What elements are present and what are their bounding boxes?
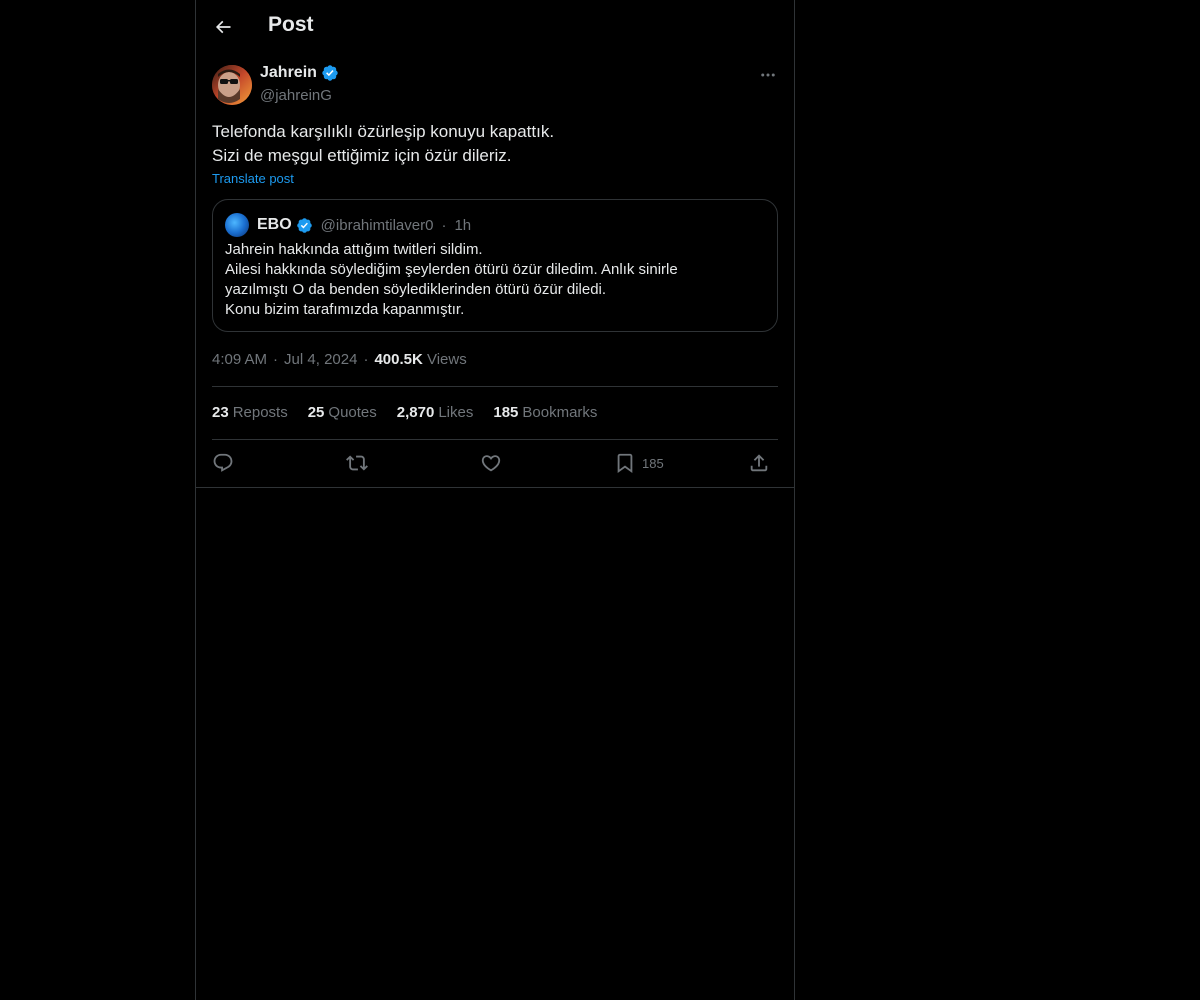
more-options-button[interactable] bbox=[756, 64, 780, 86]
post-column: Post Jahrein @jahreinG Telefonda karşılı… bbox=[195, 0, 795, 1000]
engagement-stats: 23 Reposts 25 Quotes 2,870 Likes 185 Bookmar… bbox=[212, 404, 597, 421]
author-avatar[interactable] bbox=[212, 65, 252, 105]
action-bar: 185 bbox=[212, 448, 778, 478]
separator-dot: · bbox=[363, 351, 369, 368]
quoted-post-time: 1h bbox=[454, 216, 472, 234]
separator-dot: · bbox=[273, 351, 279, 368]
bookmark-button[interactable]: 185 bbox=[614, 448, 664, 478]
divider bbox=[212, 386, 778, 387]
page-title: Post bbox=[268, 13, 314, 36]
avatar-image bbox=[212, 65, 252, 105]
more-horizontal-icon bbox=[761, 73, 775, 77]
quoted-author-handle: @ibrahimtilaver0 bbox=[320, 216, 434, 234]
post-date[interactable]: Jul 4, 2024 bbox=[284, 351, 357, 368]
post-time[interactable]: 4:09 AM bbox=[212, 351, 267, 368]
verified-badge-icon bbox=[322, 65, 338, 81]
separator-dot: · bbox=[441, 216, 447, 234]
bookmarks-stat[interactable]: 185 Bookmarks bbox=[493, 404, 597, 421]
post-text-line: Telefonda karşılıklı özürleşip konuyu ka… bbox=[212, 122, 555, 141]
post-text: Telefonda karşılıklı özürleşip konuyu ka… bbox=[212, 120, 778, 168]
quoted-text-line: yazılmıştı O da benden söylediklerinden … bbox=[225, 281, 607, 298]
reply-button[interactable] bbox=[212, 448, 234, 478]
quoted-text-line: Jahrein hakkında attığım twitleri sildim… bbox=[225, 241, 483, 258]
stat-count: 23 bbox=[212, 404, 229, 421]
like-button[interactable] bbox=[480, 448, 502, 478]
share-button[interactable] bbox=[748, 448, 770, 478]
post-meta: 4:09 AM · Jul 4, 2024 · 400.5K Views bbox=[212, 351, 467, 368]
repost-button[interactable] bbox=[346, 448, 368, 478]
verified-badge-icon bbox=[296, 217, 312, 233]
quotes-stat[interactable]: 25 Quotes bbox=[308, 404, 377, 421]
stat-label: Bookmarks bbox=[522, 404, 598, 421]
bookmark-count: 185 bbox=[642, 455, 664, 471]
stat-count: 185 bbox=[493, 404, 519, 421]
author-name-row: Jahrein bbox=[260, 64, 339, 82]
post-header: Post bbox=[196, 0, 794, 54]
stat-count: 2,870 bbox=[396, 404, 435, 421]
repost-icon bbox=[346, 455, 368, 471]
divider bbox=[212, 439, 778, 440]
likes-stat[interactable]: 2,870 Likes bbox=[397, 404, 474, 421]
heart-icon bbox=[481, 455, 501, 472]
views-count: 400.5K bbox=[374, 351, 423, 368]
post-text-line: Sizi de meşgul ettiğimiz için özür diler… bbox=[212, 146, 512, 165]
bookmark-icon bbox=[617, 453, 633, 474]
stat-count: 25 bbox=[307, 404, 325, 421]
quoted-post-header: EBO @ibrahimtilaver0 · 1h bbox=[225, 213, 471, 237]
quoted-text-line: Ailesi hakkında söylediğim şeylerden ötü… bbox=[225, 261, 678, 278]
back-button[interactable] bbox=[206, 10, 240, 44]
author-handle[interactable]: @jahreinG bbox=[260, 87, 332, 104]
views-label: Views bbox=[426, 351, 467, 368]
stat-label: Quotes bbox=[328, 404, 377, 421]
quoted-post-text: Jahrein hakkında attığım twitleri sildim… bbox=[225, 240, 765, 320]
divider bbox=[196, 487, 794, 488]
reply-icon bbox=[213, 453, 233, 472]
quoted-post-card[interactable]: EBO @ibrahimtilaver0 · 1h Jahrein hakkın… bbox=[212, 199, 778, 332]
quoted-author-name: EBO bbox=[257, 216, 292, 233]
arrow-left-icon bbox=[215, 20, 231, 34]
reposts-stat[interactable]: 23 Reposts bbox=[212, 404, 288, 421]
translate-post-link[interactable]: Translate post bbox=[212, 171, 294, 186]
share-icon bbox=[750, 454, 768, 472]
quoted-author-avatar bbox=[225, 213, 249, 237]
stat-label: Likes bbox=[438, 404, 474, 421]
author-name[interactable]: Jahrein bbox=[260, 64, 317, 82]
stat-label: Reposts bbox=[232, 404, 288, 421]
quoted-text-line: Konu bizim tarafımızda kapanmıştır. bbox=[225, 301, 465, 318]
